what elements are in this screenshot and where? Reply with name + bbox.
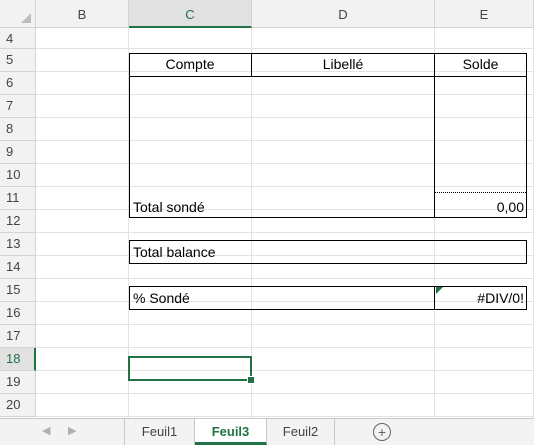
row-header-9[interactable]: 9 xyxy=(0,141,36,164)
row-header-13[interactable]: 13 xyxy=(0,233,36,256)
gridline xyxy=(36,278,534,279)
gridline xyxy=(36,416,534,417)
column-divider-d-e xyxy=(434,53,435,218)
gridline xyxy=(36,232,534,233)
row-header-5[interactable]: 5 xyxy=(0,49,36,72)
select-all-triangle-icon xyxy=(21,13,31,23)
tab-feuil3[interactable]: Feuil3 xyxy=(195,419,267,445)
total-sonde-label-cell[interactable]: Total sondé xyxy=(133,196,205,219)
column-header-b[interactable]: B xyxy=(36,0,129,28)
row-header-8[interactable]: 8 xyxy=(0,118,36,141)
pct-sonde-value-cell[interactable]: #DIV/0! xyxy=(435,286,524,310)
row-header-7[interactable]: 7 xyxy=(0,95,36,118)
row-header-14[interactable]: 14 xyxy=(0,256,36,279)
add-sheet-icon[interactable]: + xyxy=(373,423,391,441)
row-header-17[interactable]: 17 xyxy=(0,325,36,348)
total-balance-label-cell[interactable]: Total balance xyxy=(133,240,216,264)
row-header-18[interactable]: 18 xyxy=(0,348,36,371)
pct-sonde-label-cell[interactable]: % Sondé xyxy=(133,286,190,310)
active-cell-c18[interactable] xyxy=(128,356,252,381)
total-sonde-value-cell[interactable]: 0,00 xyxy=(435,196,524,219)
gridline xyxy=(36,347,534,348)
gridline xyxy=(36,393,534,394)
row-header-16[interactable]: 16 xyxy=(0,302,36,325)
spreadsheet-grid[interactable]: B C D E 4 5 6 7 8 9 10 11 12 13 14 15 16… xyxy=(0,0,534,418)
header-solde-cell[interactable]: Solde xyxy=(435,53,526,76)
header-libelle-cell[interactable]: Libellé xyxy=(252,53,434,76)
column-header-e[interactable]: E xyxy=(435,0,534,28)
row-header-10[interactable]: 10 xyxy=(0,164,36,187)
row-header-15[interactable]: 15 xyxy=(0,279,36,302)
scroll-tabs-left-icon[interactable]: ◀ xyxy=(42,424,50,437)
select-all-corner[interactable] xyxy=(0,0,36,28)
fill-handle[interactable] xyxy=(247,376,255,384)
gridline xyxy=(36,324,534,325)
account-table-border xyxy=(129,53,527,218)
tab-feuil1[interactable]: Feuil1 xyxy=(125,419,195,445)
table-header-divider xyxy=(129,76,527,77)
sheet-tab-bar: ◀ ▶ Feuil1 Feuil3 Feuil2 + xyxy=(0,418,534,445)
row-header-6[interactable]: 6 xyxy=(0,72,36,95)
row-header-19[interactable]: 19 xyxy=(0,371,36,394)
scroll-tabs-right-icon[interactable]: ▶ xyxy=(68,424,76,437)
column-header-c[interactable]: C xyxy=(129,0,252,28)
row-header-11[interactable]: 11 xyxy=(0,187,36,210)
tab-feuil2[interactable]: Feuil2 xyxy=(267,419,335,445)
dotted-border xyxy=(435,192,526,193)
column-header-d[interactable]: D xyxy=(252,0,435,28)
gridline xyxy=(36,370,534,371)
row-header-4[interactable]: 4 xyxy=(0,28,36,49)
row-header-20[interactable]: 20 xyxy=(0,394,36,417)
header-compte-cell[interactable]: Compte xyxy=(129,53,251,76)
gridline xyxy=(36,48,534,49)
row-header-12[interactable]: 12 xyxy=(0,210,36,233)
